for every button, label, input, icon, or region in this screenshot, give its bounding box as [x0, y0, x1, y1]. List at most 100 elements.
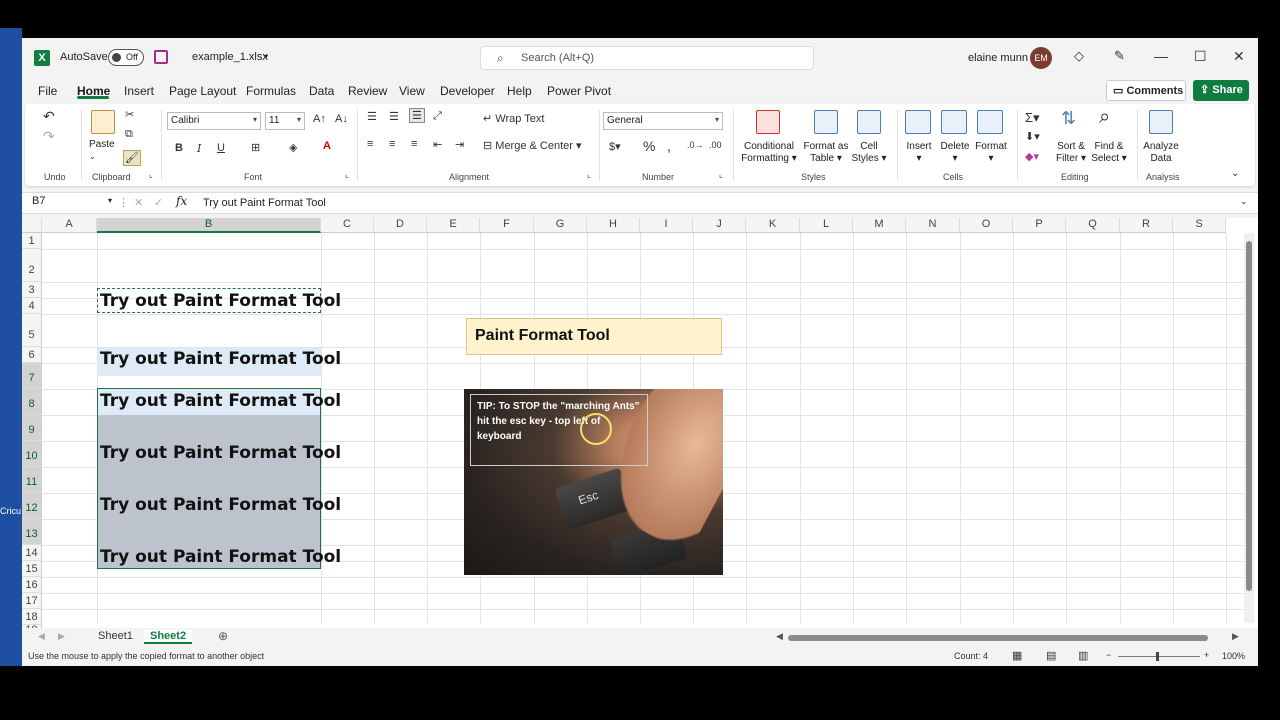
- column-header[interactable]: R: [1120, 218, 1173, 233]
- vertical-scrollbar[interactable]: [1244, 233, 1254, 623]
- cancel-icon[interactable]: ✕: [134, 196, 143, 209]
- find-select-icon[interactable]: ⌕: [1099, 106, 1110, 129]
- zoom-slider-knob[interactable]: [1156, 652, 1159, 661]
- column-header[interactable]: B: [97, 218, 321, 233]
- diamond-icon[interactable]: ◇: [1074, 48, 1084, 64]
- percent-icon[interactable]: %: [643, 138, 655, 154]
- column-header[interactable]: A: [42, 218, 97, 233]
- row-header[interactable]: 4: [22, 298, 42, 314]
- column-header[interactable]: C: [321, 218, 374, 233]
- tip-textbox[interactable]: TIP: To STOP the "marching Ants" hit the…: [470, 394, 648, 466]
- italic-icon[interactable]: I: [197, 142, 201, 155]
- column-header[interactable]: Q: [1066, 218, 1120, 233]
- row-header[interactable]: 3: [22, 282, 42, 298]
- format-as-table-button[interactable]: Format as Table ▾: [801, 141, 851, 165]
- find-select-button[interactable]: Find & Select ▾: [1089, 141, 1129, 165]
- paint-format-title-box[interactable]: Paint Format Tool: [466, 318, 722, 355]
- row-header[interactable]: 9: [22, 415, 42, 441]
- increase-indent-icon[interactable]: ⇥: [455, 138, 464, 151]
- row-header[interactable]: 2: [22, 249, 42, 282]
- column-header[interactable]: K: [746, 218, 800, 233]
- font-name-select[interactable]: Calibri ▾: [167, 112, 261, 130]
- number-launcher-icon[interactable]: ⌞: [719, 170, 723, 179]
- align-left-icon[interactable]: ≡: [367, 138, 373, 150]
- row-header[interactable]: 18: [22, 609, 42, 625]
- tab-help[interactable]: Help: [507, 84, 532, 98]
- column-header[interactable]: F: [480, 218, 534, 233]
- paste-chevron-icon[interactable]: ⌄: [89, 152, 96, 161]
- row-header[interactable]: 16: [22, 577, 42, 593]
- insert-function-icon[interactable]: fx: [176, 194, 187, 208]
- number-format-select[interactable]: General ▾: [603, 112, 723, 130]
- page-layout-view-icon[interactable]: ▤: [1046, 649, 1056, 662]
- column-header[interactable]: J: [693, 218, 746, 233]
- cell-b7[interactable]: Try out Paint Format Tool: [98, 391, 341, 411]
- conditional-formatting-icon[interactable]: [756, 110, 780, 134]
- tab-view[interactable]: View: [399, 84, 425, 98]
- search-box[interactable]: ⌕ Search (Alt+Q): [480, 46, 814, 70]
- analyze-data-button[interactable]: Analyze Data: [1139, 141, 1183, 165]
- row-header[interactable]: 12: [22, 493, 42, 519]
- row-header[interactable]: 17: [22, 593, 42, 609]
- analyze-data-icon[interactable]: [1149, 110, 1173, 134]
- zoom-level[interactable]: 100%: [1222, 651, 1245, 661]
- collapse-ribbon-icon[interactable]: ⌄: [1231, 168, 1239, 179]
- format-cells-icon[interactable]: [977, 110, 1003, 134]
- format-as-table-icon[interactable]: [814, 110, 838, 134]
- selection-range[interactable]: [97, 388, 321, 569]
- sort-filter-icon[interactable]: ⇅: [1061, 108, 1076, 129]
- column-header[interactable]: D: [374, 218, 427, 233]
- insert-cells-icon[interactable]: [905, 110, 931, 134]
- maximize-icon[interactable]: ☐: [1194, 48, 1207, 65]
- add-sheet-icon[interactable]: ⊕: [218, 629, 228, 643]
- column-header[interactable]: N: [906, 218, 960, 233]
- orientation-icon[interactable]: ⤢: [433, 110, 442, 123]
- horizontal-scrollbar[interactable]: [788, 635, 1208, 641]
- bold-icon[interactable]: B: [175, 142, 183, 154]
- insert-cells-button[interactable]: Insert ▾: [899, 141, 939, 165]
- cell-b2[interactable]: Try out Paint Format Tool: [98, 291, 341, 311]
- fill-icon[interactable]: ⬇▾: [1025, 130, 1040, 143]
- column-header[interactable]: S: [1173, 218, 1226, 233]
- borders-icon[interactable]: ⊞: [251, 141, 260, 154]
- column-header[interactable]: G: [534, 218, 587, 233]
- sort-filter-button[interactable]: Sort & Filter ▾: [1051, 141, 1091, 165]
- cell-b9[interactable]: Try out Paint Format Tool: [98, 443, 341, 463]
- align-right-icon[interactable]: ≡: [411, 138, 417, 150]
- conditional-formatting-button[interactable]: Conditional Formatting ▾: [738, 141, 800, 165]
- cell-b11[interactable]: Try out Paint Format Tool: [98, 495, 341, 515]
- tab-review[interactable]: Review: [348, 84, 387, 98]
- share-button[interactable]: ⇪ Share: [1193, 80, 1249, 101]
- redo-icon[interactable]: ↷: [43, 128, 55, 145]
- clear-icon[interactable]: ◆▾: [1025, 150, 1039, 163]
- tab-formulas[interactable]: Formulas: [246, 84, 296, 98]
- format-painter-icon[interactable]: 🖌: [123, 150, 141, 166]
- comments-button[interactable]: ▭ Comments: [1106, 80, 1186, 101]
- decrease-indent-icon[interactable]: ⇤: [433, 138, 442, 151]
- zoom-out-icon[interactable]: −: [1106, 650, 1111, 660]
- format-cells-button[interactable]: Format ▾: [971, 141, 1011, 165]
- sheet-tab-sheet2[interactable]: Sheet2: [144, 630, 193, 644]
- row-header[interactable]: 13: [22, 519, 42, 545]
- row-header[interactable]: 1: [22, 233, 42, 249]
- delete-cells-icon[interactable]: [941, 110, 967, 134]
- hscroll-right-icon[interactable]: ▶: [1232, 631, 1239, 642]
- autosave-toggle[interactable]: Off: [108, 49, 144, 66]
- tab-power-pivot[interactable]: Power Pivot: [547, 84, 611, 98]
- font-size-select[interactable]: 11 ▾: [265, 112, 305, 130]
- align-center-icon[interactable]: ≡: [389, 138, 395, 150]
- align-top-icon[interactable]: ☰: [367, 110, 377, 123]
- expand-formula-icon[interactable]: ⌄: [1240, 196, 1248, 207]
- tab-developer[interactable]: Developer: [440, 84, 495, 98]
- accounting-icon[interactable]: $▾: [609, 140, 621, 153]
- font-launcher-icon[interactable]: ⌞: [345, 170, 349, 179]
- row-header[interactable]: 7: [22, 363, 42, 389]
- align-middle-icon[interactable]: ☰: [389, 110, 399, 123]
- sheet-tab-sheet1[interactable]: Sheet1: [98, 630, 133, 642]
- minimize-icon[interactable]: —: [1154, 48, 1168, 64]
- row-header[interactable]: 11: [22, 467, 42, 493]
- enter-icon[interactable]: ✓: [154, 196, 163, 209]
- column-header[interactable]: E: [427, 218, 480, 233]
- row-header[interactable]: 6: [22, 347, 42, 363]
- wrap-text-button[interactable]: ↵ Wrap Text: [483, 112, 544, 125]
